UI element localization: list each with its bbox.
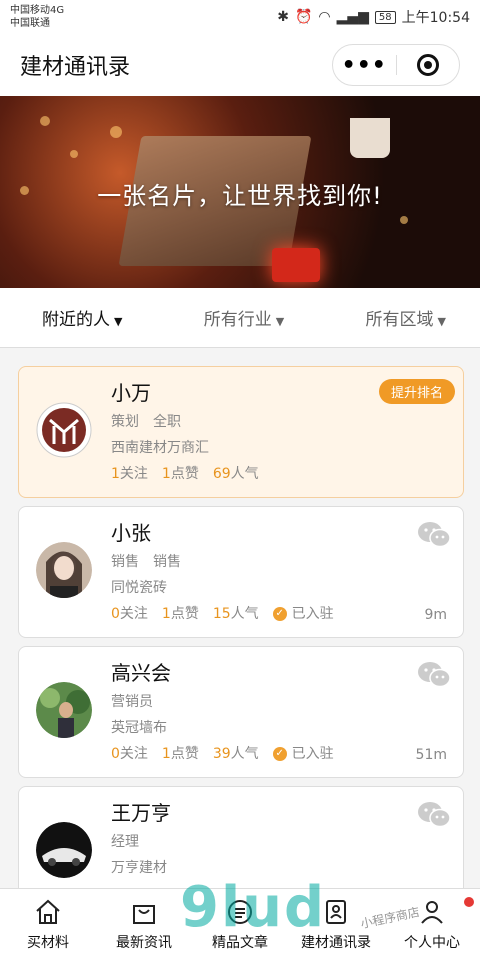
distance-label: 9m <box>424 607 447 623</box>
filter-nearby-label: 附近的人 <box>42 310 110 330</box>
contact-role: 策划 全职 <box>111 414 181 430</box>
carrier-secondary: 中国联通 <box>10 18 50 29</box>
verified-check-icon: ✓ <box>272 747 287 761</box>
dropdown-caret-icon: ▼ <box>437 315 446 328</box>
contact-role: 经理 <box>111 834 139 850</box>
contact-name: 王万亨 <box>111 801 171 825</box>
contact-stats: 1关注 1点赞 69人气 <box>111 466 259 482</box>
tab-label: 买材料 <box>27 935 69 951</box>
dropdown-caret-icon: ▼ <box>275 315 285 328</box>
mug-image <box>350 118 390 158</box>
person-icon <box>421 901 443 924</box>
contact-role: 营销员 <box>111 694 153 710</box>
contact-book-icon <box>326 900 346 924</box>
contact-list: 小万 策划 全职 西南建材万商汇 1关注 1点赞 69人气 提升排名 小张 销售销… <box>0 348 480 918</box>
tab-label: 个人中心 <box>404 935 460 951</box>
filter-region[interactable]: 所有区域 ▼ <box>366 305 446 330</box>
contact-stats: 0关注 1点赞 39人气 ✓ 已入驻 <box>111 741 463 767</box>
filter-industry-label: 所有行业 <box>203 310 272 330</box>
close-miniprogram-button[interactable] <box>397 54 460 76</box>
bluetooth-icon: ✱ <box>277 9 289 25</box>
article-icon <box>228 900 252 924</box>
verified-label: 已入驻 <box>291 746 334 762</box>
wechat-icon[interactable] <box>417 801 451 829</box>
distance-label: 51m <box>415 747 447 763</box>
boost-rank-button[interactable]: 提升排名 <box>378 379 455 404</box>
contact-company: 万亨建材 <box>111 860 167 876</box>
carrier-primary: 中国移动4G <box>10 5 65 16</box>
filter-nearby[interactable]: 附近的人 ▼ <box>42 305 122 330</box>
candle-image <box>272 248 320 282</box>
tab-label: 建材通讯录 <box>301 935 371 951</box>
tab-news[interactable]: 最新资讯 <box>96 889 192 960</box>
status-icons: ✱ ⏰ ◠ ▂▄▆ 58 上午10:54 <box>277 7 470 27</box>
tab-directory[interactable]: 建材通讯录 <box>288 889 384 960</box>
avatar <box>36 542 92 598</box>
signal-icon: ▂▄▆ <box>336 9 369 25</box>
tab-label: 精品文章 <box>212 935 268 951</box>
more-menu-icon[interactable]: ••• <box>333 53 396 78</box>
clock: 上午10:54 <box>401 10 470 26</box>
banner-slogan: 一张名片，让世界找到你! <box>97 182 383 210</box>
filter-bar: 附近的人 ▼ 所有行业 ▼ 所有区域 ▼ <box>0 288 480 348</box>
tab-buy-materials[interactable]: 买材料 <box>0 889 96 960</box>
tab-articles[interactable]: 精品文章 <box>192 889 288 960</box>
verified-check-icon: ✓ <box>272 607 287 621</box>
wechat-icon[interactable] <box>417 661 451 689</box>
contact-name: 高兴会 <box>111 661 171 685</box>
miniprogram-capsule: ••• <box>332 44 460 86</box>
contact-card-featured[interactable]: 小万 策划 全职 西南建材万商汇 1关注 1点赞 69人气 提升排名 <box>18 366 464 498</box>
tab-profile[interactable]: 个人中心 <box>384 889 480 960</box>
shopping-bag-icon <box>133 905 155 924</box>
navigation-bar: 建材通讯录 ••• <box>0 34 480 96</box>
contact-company: 同悦瓷砖 <box>111 580 167 596</box>
dropdown-caret-icon: ▼ <box>114 315 123 328</box>
notification-dot <box>464 897 474 907</box>
wifi-icon: ◠ <box>318 9 331 25</box>
wechat-icon[interactable] <box>417 521 451 549</box>
filter-region-label: 所有区域 <box>365 310 434 330</box>
contact-card[interactable]: 高兴会 营销员 英冠墙布 0关注 1点赞 39人气 ✓ 已入驻 51m <box>18 646 464 778</box>
page-title: 建材通讯录 <box>20 55 131 80</box>
avatar <box>36 402 92 458</box>
alarm-icon: ⏰ <box>294 9 313 25</box>
avatar <box>36 822 92 878</box>
bottom-tab-bar: 买材料 最新资讯 精品文章 建材通讯录 个人中心 <box>0 888 480 960</box>
target-icon <box>416 54 439 76</box>
hero-banner[interactable]: 一张名片，让世界找到你! <box>0 96 480 288</box>
contact-company: 西南建材万商汇 <box>111 440 209 456</box>
home-icon <box>36 899 60 924</box>
battery-level: 58 <box>374 10 396 24</box>
tab-label: 最新资讯 <box>116 935 172 951</box>
contact-name: 小张 <box>111 521 151 545</box>
avatar <box>36 682 92 738</box>
verified-label: 已入驻 <box>291 606 334 622</box>
filter-industry[interactable]: 所有行业 ▼ <box>204 305 284 330</box>
carrier-info: 中国移动4G 中国联通 <box>10 4 64 30</box>
contact-stats: 0关注 1点赞 15人气 ✓ 已入驻 <box>111 601 463 627</box>
contact-role: 销售 销售 <box>111 554 181 570</box>
contact-card[interactable]: 小张 销售 销售 同悦瓷砖 0关注 1点赞 15人气 ✓ 已入驻 9m <box>18 506 464 638</box>
contact-company: 英冠墙布 <box>111 720 167 736</box>
status-bar: 中国移动4G 中国联通 ✱ ⏰ ◠ ▂▄▆ 58 上午10:54 <box>0 0 480 34</box>
